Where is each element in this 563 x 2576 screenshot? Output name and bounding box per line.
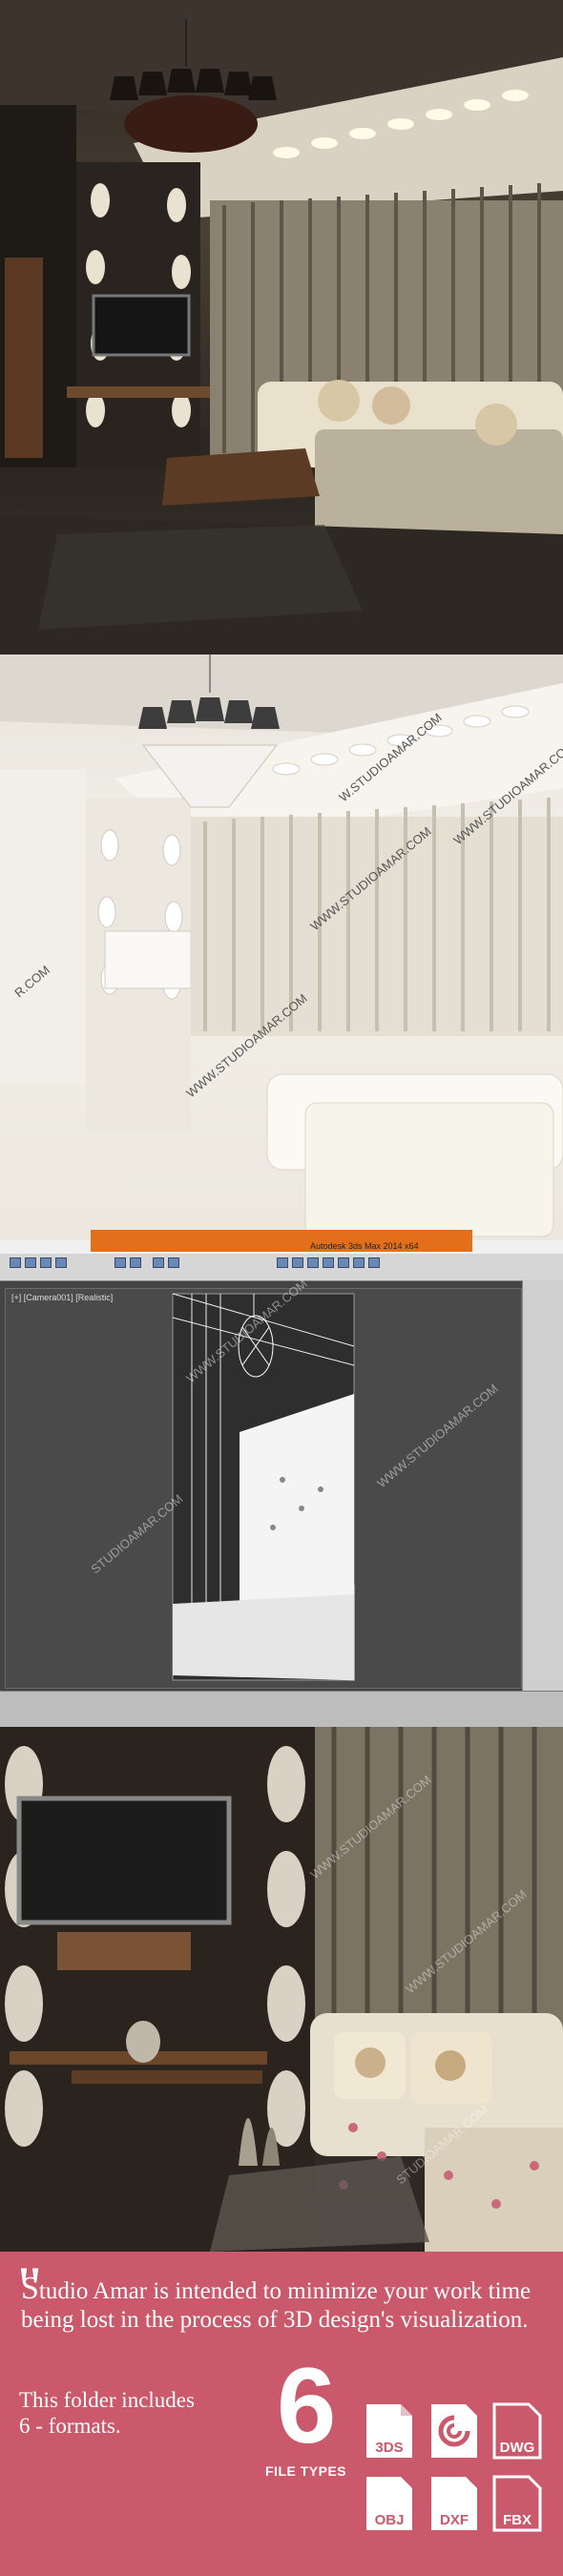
link-tool-button[interactable] (115, 1257, 126, 1268)
max-file-icon (427, 2400, 481, 2462)
angle-snap-button[interactable] (292, 1257, 303, 1268)
intro-body: tudio Amar is intended to minimize your … (21, 2278, 532, 2333)
render-button[interactable] (368, 1257, 380, 1268)
dwg-file-icon: DWG (490, 2400, 544, 2462)
window-title: Autodesk 3ds Max 2014 x64 (310, 1241, 419, 1251)
intro-lead-letter: S (21, 2271, 39, 2306)
mirror-button[interactable] (307, 1257, 319, 1268)
move-tool-button[interactable] (25, 1257, 36, 1268)
intro-text: Studio Amar is intended to minimize your… (21, 2273, 555, 2335)
timeline-bar[interactable] (0, 1691, 563, 1727)
select-tool-button[interactable] (10, 1257, 21, 1268)
folder-line-2: 6 - formats. (19, 2414, 121, 2438)
dxf-file-icon: DXF (427, 2473, 481, 2534)
scale-tool-button[interactable] (55, 1257, 67, 1268)
unlink-tool-button[interactable] (130, 1257, 141, 1268)
camera-viewport[interactable]: [+] [Camera001] [Realistic] (5, 1288, 522, 1689)
file-types-label: FILE TYPES (265, 2463, 347, 2479)
promo-banner: " Studio Amar is intended to minimize yo… (0, 2252, 563, 2576)
render-dark-illustration (0, 0, 563, 654)
redo-button[interactable] (168, 1257, 179, 1268)
undo-button[interactable] (153, 1257, 164, 1268)
format-label: FBX (503, 2512, 532, 2528)
render-setup-button[interactable] (353, 1257, 365, 1268)
format-label: DXF (440, 2512, 469, 2528)
fbx-file-icon: FBX (490, 2473, 544, 2534)
render-closeup-illustration: WWW.STUDIOAMAR.COM WWW.STUDIOAMAR.COM ST… (0, 1727, 563, 2252)
render-clay-illustration: W.STUDIOAMAR.COM WWW.STUDIOAMAR.COM WWW.… (0, 654, 563, 1240)
material-editor-button[interactable] (338, 1257, 349, 1268)
format-label: 3DS (375, 2440, 404, 2456)
software-screenshot: Autodesk 3ds Max 2014 x64 [+] [Camera001… (0, 1240, 563, 1727)
render-closeup: WWW.STUDIOAMAR.COM WWW.STUDIOAMAR.COM ST… (0, 1727, 563, 2252)
align-button[interactable] (323, 1257, 334, 1268)
rotate-tool-button[interactable] (40, 1257, 52, 1268)
snap-toggle-button[interactable] (277, 1257, 288, 1268)
folder-line-1: This folder includes (19, 2388, 195, 2412)
title-bar: Autodesk 3ds Max 2014 x64 (91, 1240, 472, 1252)
obj-file-icon: OBJ (363, 2473, 416, 2534)
render-dark-living-room (0, 0, 563, 654)
format-count: 6 (277, 2346, 337, 2465)
format-label: DWG (499, 2440, 535, 2456)
render-clay-living-room: W.STUDIOAMAR.COM WWW.STUDIOAMAR.COM WWW.… (0, 654, 563, 1240)
folder-info: This folder includes 6 - formats. (19, 2387, 195, 2439)
format-label: OBJ (374, 2512, 405, 2528)
command-panel[interactable] (522, 1280, 563, 1691)
3ds-file-icon: 3DS (363, 2400, 416, 2462)
wireframe-scene (172, 1293, 355, 1681)
